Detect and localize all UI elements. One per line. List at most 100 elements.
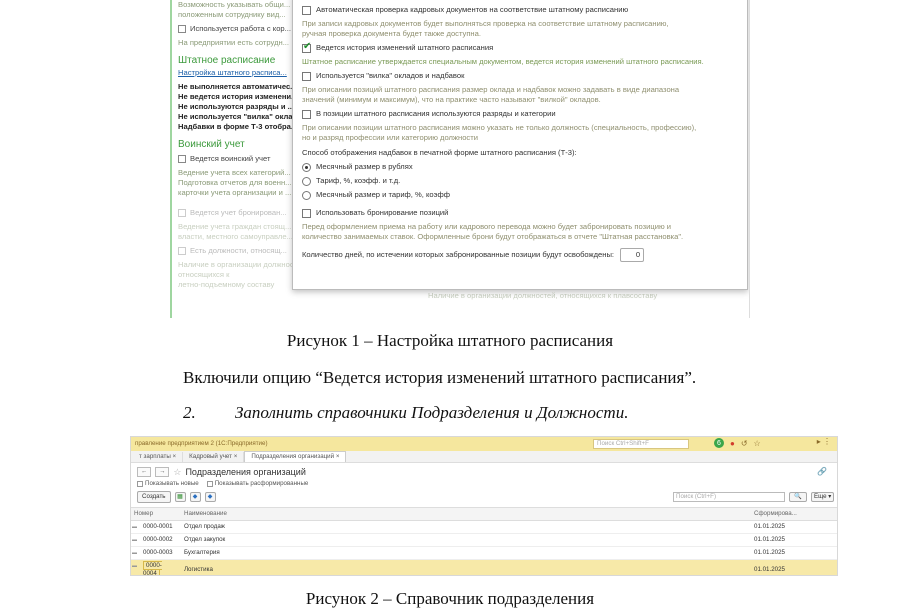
col-number[interactable]: Номер xyxy=(131,507,181,521)
radio-selected-icon xyxy=(302,162,311,172)
page-title: Подразделения организаций xyxy=(185,467,306,477)
status-line: Не ведется история изменени... xyxy=(178,92,298,101)
bell-icon[interactable]: ● xyxy=(730,438,735,450)
status-line: Не используется "вилка" оклад... xyxy=(178,112,304,121)
table-row[interactable]: 0000-0002 Отдел закупок 01.01.2025 xyxy=(131,533,837,547)
cell-date: 01.01.2025 xyxy=(751,546,837,560)
cell-date: 01.01.2025 xyxy=(751,559,837,575)
global-search-input[interactable]: Поиск Ctrl+Shift+F xyxy=(593,439,689,449)
item-number: 2. xyxy=(183,403,196,422)
bg-note: положенным сотруднику вид... xyxy=(178,10,286,19)
bg-note: На предприятии есть сотрудн... xyxy=(178,38,290,47)
bg-note: Ведение учета граждан стоящ... xyxy=(178,222,292,231)
checkbox-icon xyxy=(178,247,186,255)
window-controls-icon[interactable]: ▸ ⋮ xyxy=(817,438,831,446)
cell-code: 0000-0004 xyxy=(131,559,181,575)
cell-code: 0000-0003 xyxy=(131,546,181,560)
booking-checkbox[interactable]: Ведется учет бронирован... xyxy=(178,208,308,218)
link-icon[interactable]: 🔗 xyxy=(817,468,827,476)
history-icon[interactable]: ↺ xyxy=(741,438,748,450)
cell-code: 0000-0001 xyxy=(131,520,181,534)
col-date[interactable]: Сформирова... xyxy=(751,507,837,521)
checkbox-icon xyxy=(302,208,311,218)
numbered-item: 2. Заполнить справочники Подразделения и … xyxy=(183,403,628,423)
section-heading-military: Воинский учет xyxy=(178,139,245,150)
more-button[interactable]: Еще ▾ xyxy=(811,492,835,502)
checkbox-icon xyxy=(302,109,311,119)
radio-monthly-rub[interactable]: Месячный размер в рублях xyxy=(302,162,738,172)
table-row-selected[interactable]: 0000-0004 Логистика 01.01.2025 xyxy=(131,559,837,575)
cell-name: Отдел закупок xyxy=(181,533,751,547)
checkbox-icon xyxy=(137,481,143,487)
tab-hr[interactable]: Кадровый учет × xyxy=(183,452,245,462)
cell-code: 0000-0002 xyxy=(131,533,181,547)
option-note: При описании позиции штатного расписания… xyxy=(302,123,697,142)
notification-icon[interactable]: 6 xyxy=(714,438,724,448)
bg-note: Подготовка отчетов для военн... xyxy=(178,178,292,187)
checkbox-icon xyxy=(178,209,186,217)
bg-note: власти, местного самоуправле... xyxy=(178,232,293,241)
military-checkbox[interactable]: Ведется воинский учет xyxy=(178,154,308,164)
star-icon[interactable]: ☆ xyxy=(173,468,181,477)
table-header: Номер Наименование Сформирова... xyxy=(131,507,837,521)
table-row[interactable]: 0000-0003 Бухгалтерия 01.01.2025 xyxy=(131,546,837,560)
create-button[interactable]: Создать xyxy=(137,491,171,503)
staff-settings-link[interactable]: Настройка штатного расписа... xyxy=(178,68,308,78)
app-titlebar: правление предприятием 2 (1С:Предприятие… xyxy=(131,437,837,451)
search-icon[interactable]: 🔍 xyxy=(789,492,807,502)
back-button[interactable]: ← xyxy=(137,467,152,477)
filters-row: Показывать новые Показывать расформирова… xyxy=(131,479,837,489)
bg-note: Наличие в организации должностей, относя… xyxy=(428,291,658,300)
list-toolbar: Создать ▦ ◆ ◆ Поиск (Ctrl+F) 🔍 Еще ▾ xyxy=(131,489,837,505)
checkbox-icon xyxy=(206,481,213,487)
create-group-icon[interactable]: ▦ xyxy=(174,492,186,502)
auto-check-option[interactable]: Автоматическая проверка кадровых докумен… xyxy=(302,5,738,15)
option-note: Перед оформлением приема на работу или к… xyxy=(302,222,684,241)
option-note: При записи кадровых документов будет вып… xyxy=(302,19,669,38)
forward-button[interactable]: → xyxy=(155,467,170,477)
checkbox-icon xyxy=(178,155,186,163)
checkbox-icon xyxy=(302,5,311,15)
checkbox-checked-icon xyxy=(302,42,311,53)
booking-option[interactable]: Использовать бронирование позиций xyxy=(302,208,738,218)
days-row: Количество дней, по истечении которых за… xyxy=(302,248,738,262)
bg-note: Ведение учета всех категорий... xyxy=(178,168,291,177)
filter-show-new[interactable]: Показывать новые xyxy=(137,480,199,488)
positions-checkbox[interactable]: Есть должности, относящ... xyxy=(178,246,308,256)
list-search-input[interactable]: Поиск (Ctrl+F) xyxy=(673,492,785,502)
radio-monthly-and-tariff[interactable]: Месячный размер и тариф, %, коэфф xyxy=(302,190,738,200)
form-header: ← → ☆ Подразделения организаций xyxy=(131,463,837,479)
bg-note: карточки учета организации и ... xyxy=(178,188,292,197)
filter-show-disbanded[interactable]: Показывать расформированные xyxy=(206,480,308,488)
star-icon[interactable]: ☆ xyxy=(754,438,761,450)
bg-note: Наличие в организации должностей, относя… xyxy=(178,260,308,279)
status-line: Надбавки в форме Т-3 отобра... xyxy=(178,122,298,131)
days-input[interactable]: 0 xyxy=(620,248,645,262)
days-label: Количество дней, по истечении которых за… xyxy=(302,250,615,259)
checkbox-icon xyxy=(302,71,311,81)
departments-screenshot: правление предприятием 2 (1С:Предприятие… xyxy=(130,436,838,576)
option-note: Штатное расписание утверждается специаль… xyxy=(302,57,704,66)
section-heading-staff: Штатное расписание xyxy=(178,55,276,66)
table-row[interactable]: 0000-0001 Отдел продаж 01.01.2025 xyxy=(131,520,837,534)
move-up-icon[interactable]: ◆ xyxy=(189,492,201,502)
fork-option[interactable]: Используется "вилка" окладов и надбавок xyxy=(302,71,738,81)
staff-settings-screenshot: Возможность указывать общи... положенным… xyxy=(170,0,750,318)
tab-departments[interactable]: Подразделения организаций × xyxy=(244,451,347,462)
paragraph: Включили опцию “Ведется история изменени… xyxy=(183,368,697,387)
history-option[interactable]: Ведется история изменений штатного распи… xyxy=(302,42,738,53)
option-note: При описании позиций штатного расписания… xyxy=(302,85,680,104)
radio-tariff[interactable]: Тариф, %, коэфф. и т.д. xyxy=(302,176,738,186)
tab-salary[interactable]: т зарплаты × xyxy=(133,452,184,462)
status-line: Не выполняется автоматичес... xyxy=(178,82,297,91)
figure-caption-2: Рисунок 2 – Справочник подразделения xyxy=(305,589,595,608)
staff-schedule-popup: Автоматическая проверка кадровых докумен… xyxy=(292,0,748,290)
tabs-bar: т зарплаты × Кадровый учет × Подразделен… xyxy=(131,451,837,463)
status-line: Не используются разряды и ... xyxy=(178,102,294,111)
cell-name: Отдел продаж xyxy=(181,520,751,534)
cell-name: Бухгалтерия xyxy=(181,546,751,560)
col-name[interactable]: Наименование xyxy=(181,507,751,521)
corr-checkbox[interactable]: Используется работа с кор... xyxy=(178,24,308,34)
ranks-option[interactable]: В позиции штатного расписания используют… xyxy=(302,109,738,119)
move-down-icon[interactable]: ◆ xyxy=(204,492,216,502)
